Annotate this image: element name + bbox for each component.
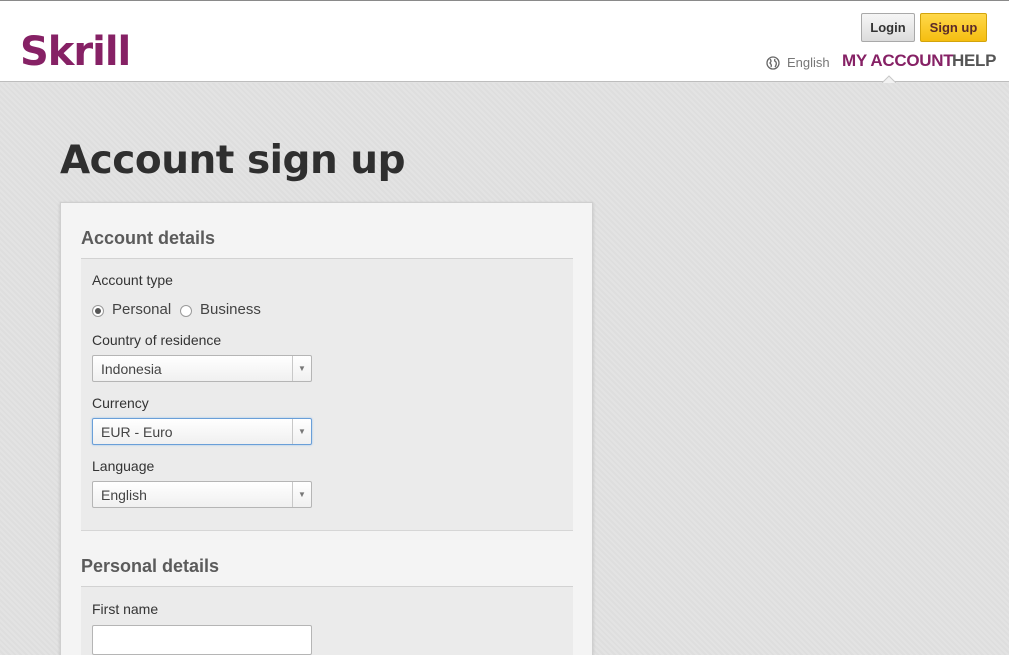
language-label: Language (92, 458, 155, 474)
dropdown-arrow-icon: ▼ (292, 356, 311, 381)
business-radio[interactable] (180, 305, 192, 317)
language-selector[interactable]: English (787, 55, 830, 70)
first-name-label: First name (92, 601, 159, 617)
first-name-input[interactable] (92, 625, 312, 655)
account-details-heading: Account details (81, 228, 216, 248)
dropdown-arrow-icon: ▼ (292, 419, 311, 444)
account-details-section: Account type Personal Business Country o… (81, 259, 573, 531)
nav-help[interactable]: HELP (952, 51, 996, 71)
currency-select[interactable]: EUR - Euro ▼ (92, 418, 312, 445)
country-label: Country of residence (92, 332, 222, 348)
dropdown-arrow-icon: ▼ (292, 482, 311, 507)
nav-my-account[interactable]: MY ACCOUNT (842, 51, 954, 71)
personal-radio-label[interactable]: Personal (112, 301, 171, 318)
country-select[interactable]: Indonesia ▼ (92, 355, 312, 382)
active-nav-indicator (882, 75, 896, 83)
language-select[interactable]: English ▼ (92, 481, 312, 508)
skrill-logo[interactable]: Skrill (20, 28, 131, 76)
signup-form-card: Account details Account type Personal Bu… (60, 202, 593, 655)
signup-button[interactable]: Sign up (920, 13, 987, 42)
personal-radio[interactable] (92, 305, 104, 317)
site-header: Skrill Login Sign up English MY ACCOUNT … (0, 0, 1009, 83)
currency-value: EUR - Euro (101, 424, 173, 440)
currency-label: Currency (92, 395, 149, 411)
page-title: Account sign up (60, 138, 406, 183)
personal-details-section: First name (81, 587, 573, 655)
globe-icon (766, 56, 780, 70)
login-button[interactable]: Login (861, 13, 915, 42)
language-value: English (101, 487, 147, 503)
country-value: Indonesia (101, 361, 162, 377)
account-type-label: Account type (92, 272, 173, 288)
personal-details-heading: Personal details (81, 556, 220, 576)
business-radio-label[interactable]: Business (200, 301, 261, 318)
